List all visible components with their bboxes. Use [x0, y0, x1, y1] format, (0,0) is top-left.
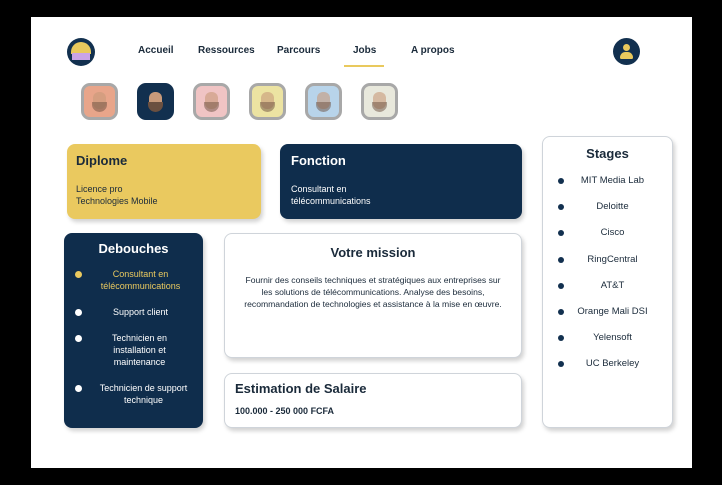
stages-card: Stages MIT Media Lab Deloitte Cisco Ring…	[542, 136, 673, 428]
stage-item[interactable]: Deloitte	[543, 201, 672, 227]
avatar-option[interactable]	[249, 83, 286, 120]
diplome-line1: Licence pro	[76, 184, 123, 194]
mission-card: Votre mission Fournir des conseils techn…	[224, 233, 522, 358]
stage-item[interactable]: RingCentral	[543, 254, 672, 280]
nav-a-propos[interactable]: A propos	[411, 45, 455, 56]
stage-item[interactable]: MIT Media Lab	[543, 175, 672, 201]
avatar-option[interactable]	[305, 83, 342, 120]
nav-ressources[interactable]: Ressources	[198, 45, 255, 56]
diplome-card: Diplome Licence pro Technologies Mobile	[67, 144, 261, 219]
page: Accueil Ressources Parcours Jobs A propo…	[31, 17, 692, 468]
avatar-option-selected[interactable]	[137, 83, 174, 120]
avatar-option[interactable]	[361, 83, 398, 120]
fonction-card: Fonction Consultant en télécommunication…	[280, 144, 522, 219]
stage-item[interactable]: Orange Mali DSI	[543, 306, 672, 332]
debouche-item[interactable]: Support client	[64, 306, 203, 318]
debouches-title: Debouches	[98, 241, 169, 256]
avatar-option[interactable]	[193, 83, 230, 120]
fonction-line1: Consultant en	[291, 184, 347, 194]
mission-title: Votre mission	[330, 245, 416, 260]
diplome-line2: Technologies Mobile	[76, 196, 158, 206]
stage-item[interactable]: Yelensoft	[543, 332, 672, 358]
avatar-option[interactable]	[81, 83, 118, 120]
mission-text: Fournir des conseils techniques et strat…	[244, 275, 502, 309]
diplome-title: Diplome	[76, 153, 128, 168]
debouche-item[interactable]: Technicien de support technique	[64, 382, 203, 406]
salaire-title: Estimation de Salaire	[235, 381, 367, 396]
stage-item[interactable]: Cisco	[543, 227, 672, 253]
stage-item[interactable]: UC Berkeley	[543, 358, 672, 384]
debouches-card: Debouches Consultant en télécommunicatio…	[64, 233, 203, 428]
salaire-card: Estimation de Salaire 100.000 - 250 000 …	[224, 373, 522, 428]
salaire-value: 100.000 - 250 000 FCFA	[235, 406, 335, 416]
fonction-title: Fonction	[291, 153, 346, 168]
fonction-line2: télécommunications	[291, 196, 371, 206]
active-tab-indicator	[344, 65, 384, 67]
nav-parcours[interactable]: Parcours	[277, 45, 320, 56]
logo[interactable]	[67, 38, 95, 66]
debouche-item[interactable]: Technicien en installation et maintenanc…	[64, 332, 203, 368]
user-icon[interactable]	[613, 38, 640, 65]
nav-jobs[interactable]: Jobs	[353, 45, 376, 56]
debouche-item[interactable]: Consultant en télécommunications	[64, 268, 203, 292]
stage-item[interactable]: AT&T	[543, 280, 672, 306]
stages-title: Stages	[586, 146, 629, 161]
nav-accueil[interactable]: Accueil	[138, 45, 174, 56]
